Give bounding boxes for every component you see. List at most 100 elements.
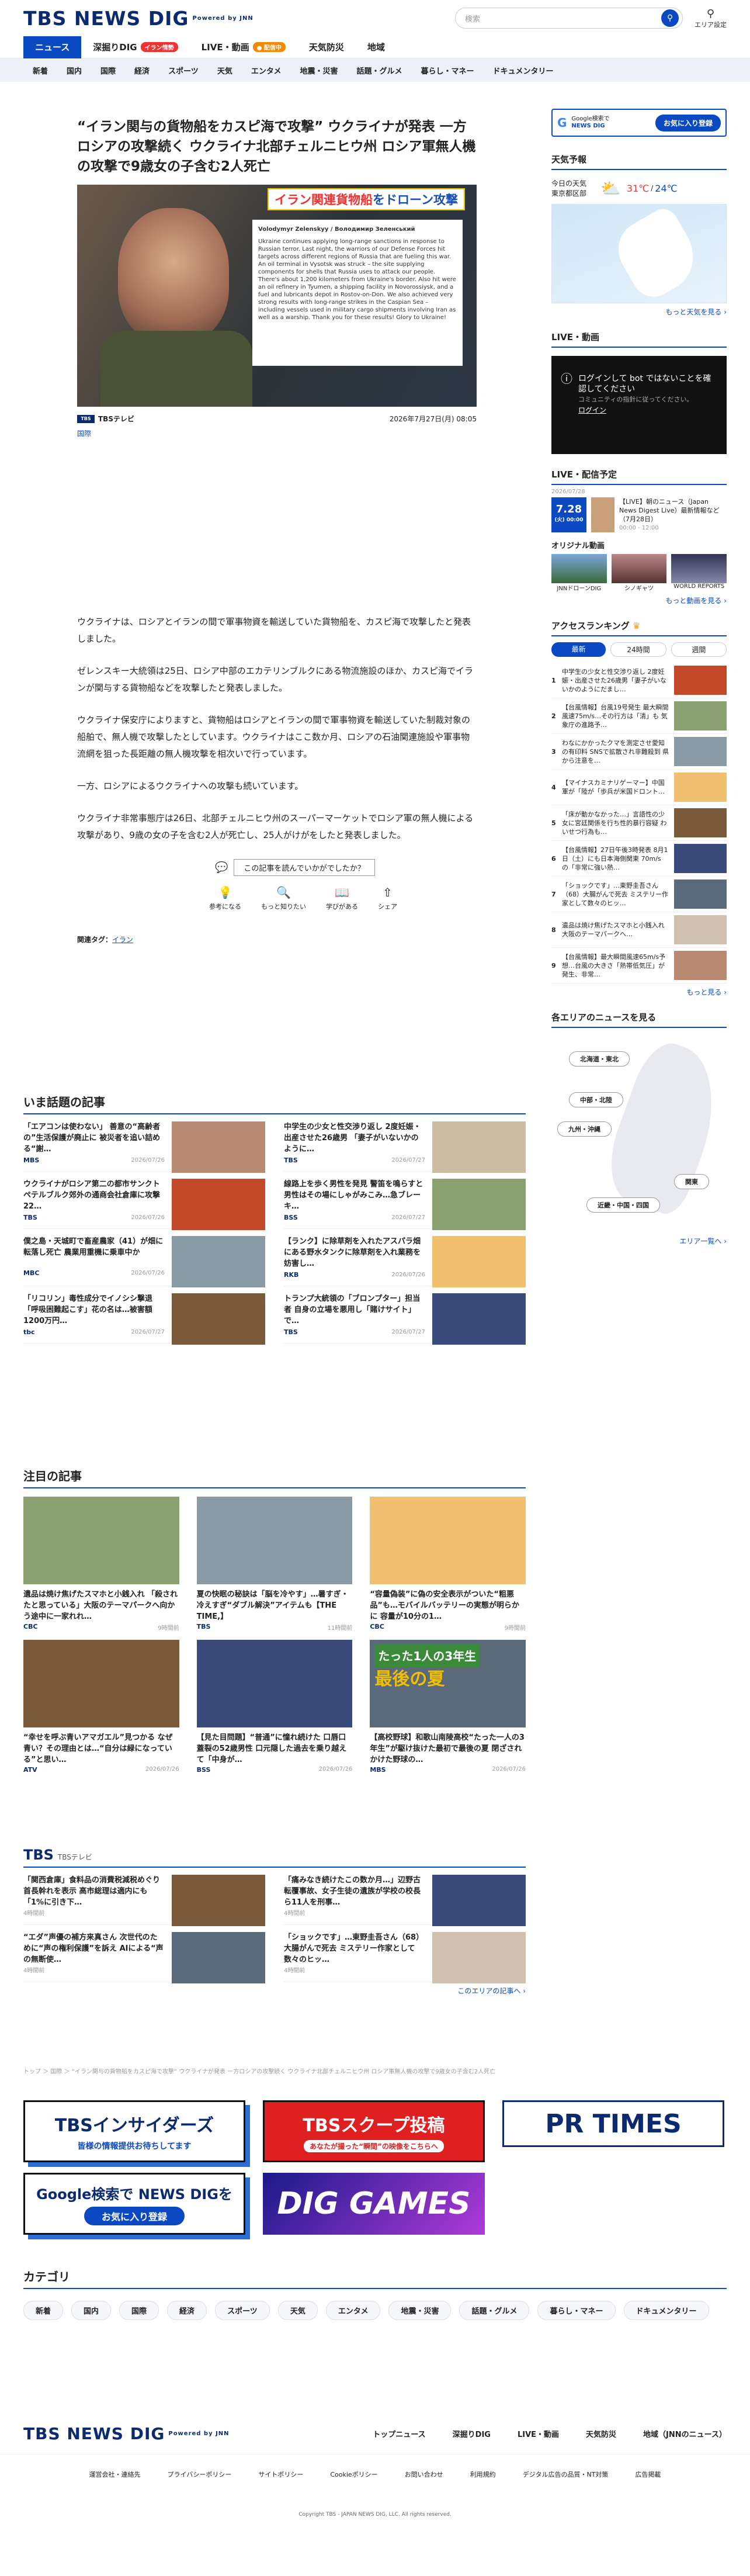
nav-area[interactable]: 地域 [356, 36, 397, 58]
area-more-link[interactable]: エリア一覧へ › [551, 1236, 727, 1246]
video-more-link[interactable]: もっと動画を見る › [551, 595, 727, 605]
category-pill[interactable]: 天気 [277, 2301, 318, 2320]
trending-item[interactable]: ウクライナがロシア第二の都市サンクトペテルブルク郊外の通商会社倉庫に攻撃 22…… [23, 1172, 265, 1230]
live-player[interactable]: ⓘ ログインして bot ではないことを確認してください コミュニティの指針に従っ… [551, 356, 727, 454]
featured-item[interactable]: 夏の快眠の秘訣は「脳を冷やす」…暑すぎ・冷えすぎ“ダブル解決”アイテムも【THE… [196, 1497, 353, 1632]
ranking-item[interactable]: 9 【台風情報】最大瞬間風速65m/s予想…台風の大きさ「熱帯低気圧」が発生、非常… [551, 948, 727, 984]
footer-link[interactable]: 利用規約 [470, 2470, 496, 2479]
ranking-more-link[interactable]: もっと見る › [551, 987, 727, 997]
ranking-item[interactable]: 8 遺品は焼け焦げたスマホと小銭入れ 大阪のテーマパークへ… [551, 912, 727, 948]
subnav-item[interactable]: 話題・グルメ [347, 65, 411, 76]
featured-item[interactable]: “幸せを呼ぶ青いアマガエル”見つかる なぜ青い？その理由とは…“自分は緑になって… [23, 1640, 179, 1774]
footer-link[interactable]: サイトポリシー [258, 2470, 303, 2479]
site-logo[interactable]: TBS NEWS DIG Powered by JNN [23, 7, 254, 30]
dig-games-banner[interactable]: DIG GAMES [263, 2173, 485, 2235]
trending-item[interactable]: 【ランク】に除草剤を入れたアスパラ畑にある野水タンクに除草剤を入れ業務を妨害し…… [284, 1229, 526, 1287]
ranking-tab[interactable]: 週間 [671, 642, 727, 657]
subnav-item[interactable]: 国際 [91, 65, 125, 76]
category-pill[interactable]: スポーツ [215, 2301, 270, 2320]
insiders-banner[interactable]: TBSインサイダーズ 皆様の情報提供お待ちしてます [23, 2100, 245, 2162]
subnav-item[interactable]: 経済 [125, 65, 159, 76]
footer-link[interactable]: LIVE・動画 [518, 2428, 559, 2439]
subnav-item[interactable]: 天気 [208, 65, 242, 76]
footer-link[interactable]: 広告掲載 [635, 2470, 661, 2479]
category-pill[interactable]: 暮らし・マネー [537, 2301, 616, 2320]
area-button[interactable]: 中部・北陸 [569, 1092, 623, 1107]
footer-link[interactable]: 地域（JNNのニュース） [643, 2428, 727, 2439]
article-hero-image[interactable]: イラン関連貨物船をドローン攻撃 Volodymyr Zelenskyy / Во… [77, 185, 477, 407]
tbs-item[interactable]: 「関西倉庫」食料品の消費税減税めぐり首長幹れを表示 高市総理は適内にも「1%に引… [23, 1868, 265, 1926]
prtimes-banner[interactable]: PR TIMES [502, 2100, 724, 2147]
category-pill[interactable]: 地震・災害 [388, 2301, 452, 2320]
featured-item[interactable]: 遺品は焼け焦げたスマホと小銭入れ 「殺されたと思っている」大阪のテーマパークへ向… [23, 1497, 179, 1632]
ranking-item[interactable]: 7 「ショックです」…東野圭吾さん（68）大腸がんで死去 ミステリー作家として数々… [551, 877, 727, 912]
category-pill[interactable]: 国際 [119, 2301, 159, 2320]
footer-link[interactable]: Cookieポリシー [330, 2470, 377, 2479]
ranking-item[interactable]: 5 「床が動かなかった…」言語性の少女に宮廷関係を行ち性的暴行容疑 わいせつ行為も… [551, 805, 727, 841]
subnav-item[interactable]: 国内 [57, 65, 91, 76]
tbs-item[interactable]: 「痛みなき続けたこの数か月…」辺野古転覆事故、女子生徒の遺族が学校の校長ら11人… [284, 1868, 526, 1926]
footer-logo[interactable]: TBS NEWS DIG Powered by JNN [23, 2424, 230, 2443]
area-setting[interactable]: ⚲ エリア設定 [695, 8, 727, 29]
trending-item[interactable]: 「エアコンは使わない」 善意の“高齢者の”生活保護が廃止に 被災者を追い詰める“… [23, 1114, 265, 1173]
area-button[interactable]: 関東 [674, 1174, 709, 1189]
subnav-item[interactable]: 暮らし・マネー [411, 65, 483, 76]
featured-item[interactable]: “容量偽装”に偽の安全表示がついた“粗悪品”も…モバイルバッテリーの実態が明らか… [370, 1497, 526, 1632]
trending-item[interactable]: 「リコリン」毒性成分でイノシシ撃退 「呼吸困難起こす」花の名は…被害額1200万… [23, 1286, 265, 1345]
nav-news[interactable]: ニュース [23, 36, 82, 58]
article-category[interactable]: 国際 [77, 428, 477, 438]
search-input[interactable]: 検索 ⚲ [455, 8, 683, 29]
featured-item[interactable]: たった1人の3年生 最後の夏 【高校野球】和歌山南陵高校“たった一人の3年生”が駆け… [370, 1640, 526, 1774]
category-pill[interactable]: 国内 [71, 2301, 112, 2320]
category-pill[interactable]: 経済 [167, 2301, 207, 2320]
original-video[interactable]: JNNドローンDIG [551, 554, 607, 592]
subnav-item[interactable]: 地震・災害 [290, 65, 347, 76]
google-fav-button[interactable]: G Google検索で NEWS DIG お気に入り登録 [551, 109, 727, 137]
subnav-item[interactable]: エンタメ [242, 65, 291, 76]
original-video[interactable]: WORLD REPORTS [671, 554, 727, 592]
tbs-more-link[interactable]: このエリアの記事へ › [23, 1986, 526, 1996]
nav-dig[interactable]: 深掘りDIG イラン情勢 [81, 36, 189, 58]
trending-item[interactable]: 僕之島・天城町で畜産農家（41）が畑に転落し死亡 農業用重機に乗車中か MBC 20… [23, 1229, 265, 1287]
footer-link[interactable]: お問い合わせ [405, 2470, 443, 2479]
ranking-tab[interactable]: 24時間 [610, 642, 666, 657]
original-video[interactable]: シノギャツ [611, 554, 667, 592]
reaction-more[interactable]: 🔍 もっと知りたい [261, 885, 306, 911]
weather-more-link[interactable]: もっと天気を見る › [551, 307, 727, 317]
area-button[interactable]: 九州・沖縄 [557, 1121, 612, 1137]
footer-link[interactable]: プライバシーポリシー [168, 2470, 232, 2479]
footer-link[interactable]: 天気防災 [586, 2428, 616, 2439]
trending-item[interactable]: 線路上を歩く男性を発見 警笛を鳴らすと男性はその場にしゃがみこみ…急ブレーキ… B… [284, 1172, 526, 1230]
reaction-helpful[interactable]: 💡 参考になる [209, 885, 241, 911]
live-login[interactable]: ログイン [578, 405, 717, 416]
footer-link[interactable]: 運営会社・連絡先 [89, 2470, 141, 2479]
search-icon[interactable]: ⚲ [661, 9, 679, 27]
footer-link[interactable]: デジタル広告の品質・NT対策 [523, 2470, 609, 2479]
trending-item[interactable]: トランプ大統領の「ブロンプター」担当者 自身の立場を悪用し「賭けサイト」で… TB… [284, 1286, 526, 1345]
tbs-item[interactable]: 「ショックです」…東野圭吾さん（68）大腸がんで死去 ミステリー作家として数々の… [284, 1925, 526, 1983]
reaction-learn[interactable]: 📖 学びがある [326, 885, 358, 911]
tag-link[interactable]: イラン [112, 936, 133, 944]
schedule-item[interactable]: 7.28 (火) 00:00 【LIVE】朝のニュース（Japan News Di… [551, 497, 727, 532]
footer-link[interactable]: トップニュース [373, 2428, 425, 2439]
ranking-item[interactable]: 2 【台風情報】台風19号発生 最大瞬間風速75m/s…その行方は「清」も 気象庁… [551, 698, 727, 734]
nav-live[interactable]: LIVE・動画 ● 配信中 [190, 36, 297, 58]
weather-map[interactable] [551, 203, 727, 305]
ranking-item[interactable]: 1 中学生の少女と性交渉り返し 2度妊娠・出産させた26歳男「妻子がいないかのよう… [551, 663, 727, 698]
area-button[interactable]: 北海道・東北 [569, 1051, 630, 1067]
ranking-item[interactable]: 4 【マイナスカミナリゲーマー】中国軍が「陸が「歩兵が米国ドロント… [551, 770, 727, 805]
tbs-item[interactable]: “エダ”声優の補方来真さん 次世代のために“声の権利保護”を訴え AIによる“声… [23, 1925, 265, 1983]
ranking-tab[interactable]: 最新 [551, 642, 606, 657]
footer-link[interactable]: 深掘りDIG [453, 2428, 491, 2439]
area-button[interactable]: 近畿・中国・四国 [586, 1197, 660, 1213]
ranking-item[interactable]: 6 【台風情報】27日午後3時発表 8月1日（土）にも日本海側関東 70m/s の… [551, 841, 727, 877]
article-source[interactable]: TBS TBSテレビ [77, 414, 134, 424]
category-pill[interactable]: 話題・グルメ [459, 2301, 530, 2320]
nav-weather[interactable]: 天気防災 [297, 36, 356, 58]
subnav-item[interactable]: スポーツ [159, 65, 208, 76]
category-pill[interactable]: ドキュメンタリー [623, 2301, 709, 2320]
category-pill[interactable]: 新着 [23, 2301, 64, 2320]
featured-item[interactable]: 【見た目問題】“普通”に憧れ続けた 口唇口蓋裂の52歳男性 口元隠した過去を乗り… [196, 1640, 353, 1774]
reaction-share[interactable]: ⇧ シェア [378, 885, 397, 911]
ranking-item[interactable]: 3 わなにかかったクマを測定させ愛知の有印料 SNSで拡散され非難殺到 県から注意… [551, 734, 727, 770]
